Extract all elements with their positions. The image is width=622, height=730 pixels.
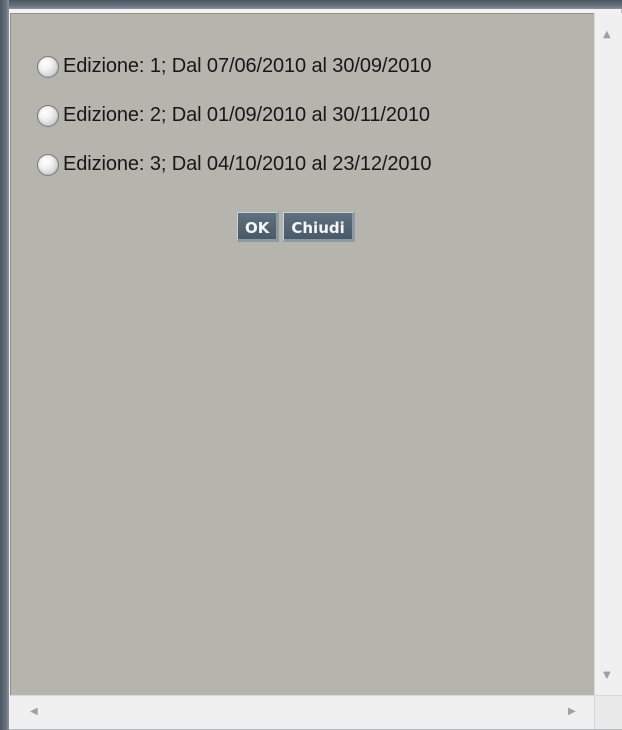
scroll-left-icon[interactable]: ◀ — [30, 707, 38, 717]
close-button[interactable]: Chiudi — [283, 212, 355, 242]
scrollbar-corner — [594, 695, 622, 729]
edition-2-radio[interactable] — [37, 104, 59, 127]
edition-option-1[interactable]: Edizione: 1; Dal 07/06/2010 al 30/09/201… — [37, 42, 432, 91]
edition-option-2[interactable]: Edizione: 2; Dal 01/09/2010 al 30/11/201… — [37, 91, 431, 140]
edition-1-radio[interactable] — [37, 55, 59, 78]
edition-3-label: Edizione: 3; Dal 04/10/2010 al 23/12/201… — [63, 153, 432, 175]
dialog-button-group: OK Chiudi — [237, 212, 355, 242]
window-top-border — [0, 0, 622, 9]
edition-option-list: Edizione: 1; Dal 07/06/2010 al 30/09/201… — [37, 42, 432, 189]
scroll-right-icon[interactable]: ▶ — [568, 707, 576, 717]
edition-option-3[interactable]: Edizione: 3; Dal 04/10/2010 al 23/12/201… — [37, 140, 432, 189]
vertical-scrollbar[interactable] — [594, 13, 622, 695]
edition-selection-panel: Edizione: 1; Dal 07/06/2010 al 30/09/201… — [10, 13, 594, 696]
horizontal-scrollbar[interactable] — [10, 695, 594, 729]
edition-3-radio[interactable] — [37, 153, 59, 176]
edition-1-label: Edizione: 1; Dal 07/06/2010 al 30/09/201… — [63, 55, 432, 77]
window-left-border — [0, 0, 9, 730]
edition-2-label: Edizione: 2; Dal 01/09/2010 al 30/11/201… — [63, 104, 430, 126]
scroll-down-icon[interactable]: ▼ — [603, 671, 611, 681]
scroll-up-icon[interactable]: ▲ — [603, 30, 611, 40]
ok-button[interactable]: OK — [237, 212, 280, 242]
